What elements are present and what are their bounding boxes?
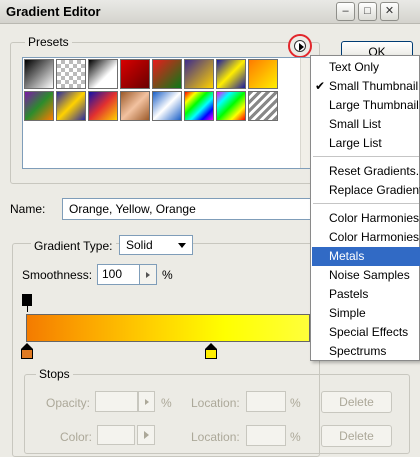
- menu-item-label: Large Thumbnail: [329, 98, 419, 112]
- menu-item-label: Color Harmonies 2: [329, 230, 420, 244]
- maximize-button[interactable]: □: [358, 2, 377, 21]
- preset-swatch[interactable]: [120, 91, 150, 121]
- color-stop-mid[interactable]: [205, 349, 217, 359]
- menu-item-replace-gradients[interactable]: Replace Gradients...: [312, 181, 420, 200]
- minimize-button[interactable]: –: [336, 2, 355, 21]
- title-bar: Gradient Editor – □ ✕: [0, 0, 420, 24]
- menu-item-reset-gradients[interactable]: Reset Gradients...: [312, 162, 420, 181]
- triangle-icon: [299, 43, 304, 51]
- gradient-type-label: Gradient Type:: [31, 239, 116, 253]
- menu-item-large-thumbnail[interactable]: Large Thumbnail: [312, 96, 420, 115]
- color-swatch-field[interactable]: [97, 425, 135, 445]
- preset-swatch[interactable]: [216, 59, 246, 89]
- preset-swatch[interactable]: [152, 59, 182, 89]
- color-label: Color:: [60, 430, 93, 444]
- menu-item-color-harmonies-2[interactable]: Color Harmonies 2: [312, 228, 420, 247]
- gradient-preview-bar[interactable]: [26, 314, 310, 342]
- menu-item-label: Pastels: [329, 287, 369, 301]
- menu-item-label: Replace Gradients...: [329, 183, 420, 197]
- menu-item-text-only[interactable]: Text Only: [312, 58, 420, 77]
- opacity-location-unit: %: [290, 396, 301, 410]
- chevron-down-icon: [178, 243, 186, 248]
- gradient-type-select[interactable]: Solid: [119, 235, 193, 255]
- menu-item-small-list[interactable]: Small List: [312, 115, 420, 134]
- preset-swatch[interactable]: [24, 91, 54, 121]
- maximize-icon: □: [364, 5, 371, 17]
- opacity-unit: %: [161, 396, 172, 410]
- menu-item-small-thumbnail[interactable]: ✔ Small Thumbnail: [312, 77, 420, 96]
- arrow-right-icon: [145, 399, 149, 405]
- preset-swatch[interactable]: [248, 91, 278, 121]
- menu-item-label: Spectrums: [329, 344, 387, 358]
- preset-swatch[interactable]: [184, 91, 214, 121]
- opacity-location-field[interactable]: [246, 391, 286, 412]
- minimize-icon: –: [342, 5, 349, 17]
- menu-item-label: Noise Samples: [329, 268, 410, 282]
- menu-item-metals[interactable]: Metals: [312, 247, 420, 266]
- menu-item-label: Reset Gradients...: [329, 164, 420, 178]
- checkmark-icon: ✔: [315, 79, 326, 93]
- close-icon: ✕: [384, 5, 395, 17]
- preset-swatch[interactable]: [88, 91, 118, 121]
- presets-label: Presets: [25, 35, 72, 49]
- smoothness-label: Smoothness:: [22, 268, 93, 282]
- smoothness-stepper[interactable]: [140, 264, 157, 285]
- preset-swatch[interactable]: [120, 59, 150, 89]
- arrow-right-icon: [146, 272, 150, 278]
- preset-swatch[interactable]: [152, 91, 182, 121]
- arrow-right-icon: [144, 431, 149, 439]
- name-field[interactable]: Orange, Yellow, Orange: [62, 198, 320, 220]
- menu-item-label: Special Effects: [329, 325, 409, 339]
- smoothness-field[interactable]: 100: [97, 264, 140, 285]
- menu-item-simple[interactable]: Simple: [312, 304, 420, 323]
- menu-item-large-list[interactable]: Large List: [312, 134, 420, 153]
- color-location-unit: %: [290, 430, 301, 444]
- smoothness-unit: %: [162, 268, 173, 282]
- menu-item-label: Small List: [329, 117, 382, 131]
- opacity-field[interactable]: [95, 391, 138, 412]
- menu-separator: [313, 203, 419, 204]
- opacity-stepper[interactable]: [138, 391, 155, 412]
- menu-item-label: Color Harmonies 1: [329, 211, 420, 225]
- presets-menu-button[interactable]: [288, 34, 312, 58]
- presets-context-menu: Text Only ✔ Small Thumbnail Large Thumbna…: [310, 55, 420, 361]
- opacity-stop[interactable]: [22, 294, 32, 306]
- color-location-label: Location:: [191, 430, 240, 444]
- menu-item-label: Large List: [329, 136, 382, 150]
- preset-swatch[interactable]: [248, 59, 278, 89]
- delete-color-stop-button[interactable]: Delete: [321, 425, 392, 447]
- gradient-type-value: Solid: [126, 238, 153, 252]
- color-picker-button[interactable]: [137, 425, 155, 445]
- close-button[interactable]: ✕: [380, 2, 399, 21]
- delete-opacity-stop-button[interactable]: Delete: [321, 391, 392, 413]
- preset-swatch[interactable]: [184, 59, 214, 89]
- color-stop-start[interactable]: [21, 349, 33, 359]
- name-label: Name:: [10, 202, 46, 216]
- menu-item-color-harmonies-1[interactable]: Color Harmonies 1: [312, 209, 420, 228]
- opacity-stop-stem: [27, 306, 28, 312]
- menu-item-pastels[interactable]: Pastels: [312, 285, 420, 304]
- menu-separator: [313, 156, 419, 157]
- opacity-label: Opacity:: [46, 396, 91, 410]
- menu-item-label: Metals: [329, 249, 365, 263]
- menu-item-spectrums[interactable]: Spectrums: [312, 342, 420, 361]
- window-title: Gradient Editor: [6, 4, 101, 19]
- presets-scrollbar[interactable]: [300, 58, 310, 168]
- stops-label: Stops: [36, 367, 73, 381]
- smoothness-value: 100: [102, 267, 123, 281]
- menu-item-special-effects[interactable]: Special Effects: [312, 323, 420, 342]
- color-location-field[interactable]: [246, 425, 286, 446]
- preset-swatch[interactable]: [216, 91, 246, 121]
- name-value: Orange, Yellow, Orange: [69, 202, 196, 216]
- menu-item-noise-samples[interactable]: Noise Samples: [312, 266, 420, 285]
- preset-swatch[interactable]: [56, 59, 86, 89]
- menu-item-label: Small Thumbnail: [329, 79, 419, 93]
- menu-item-label: Simple: [329, 306, 366, 320]
- preset-swatch[interactable]: [24, 59, 54, 89]
- preset-swatch[interactable]: [88, 59, 118, 89]
- opacity-location-label: Location:: [191, 396, 240, 410]
- preset-swatch[interactable]: [56, 91, 86, 121]
- presets-grid[interactable]: [22, 57, 310, 169]
- menu-item-label: Text Only: [329, 60, 380, 74]
